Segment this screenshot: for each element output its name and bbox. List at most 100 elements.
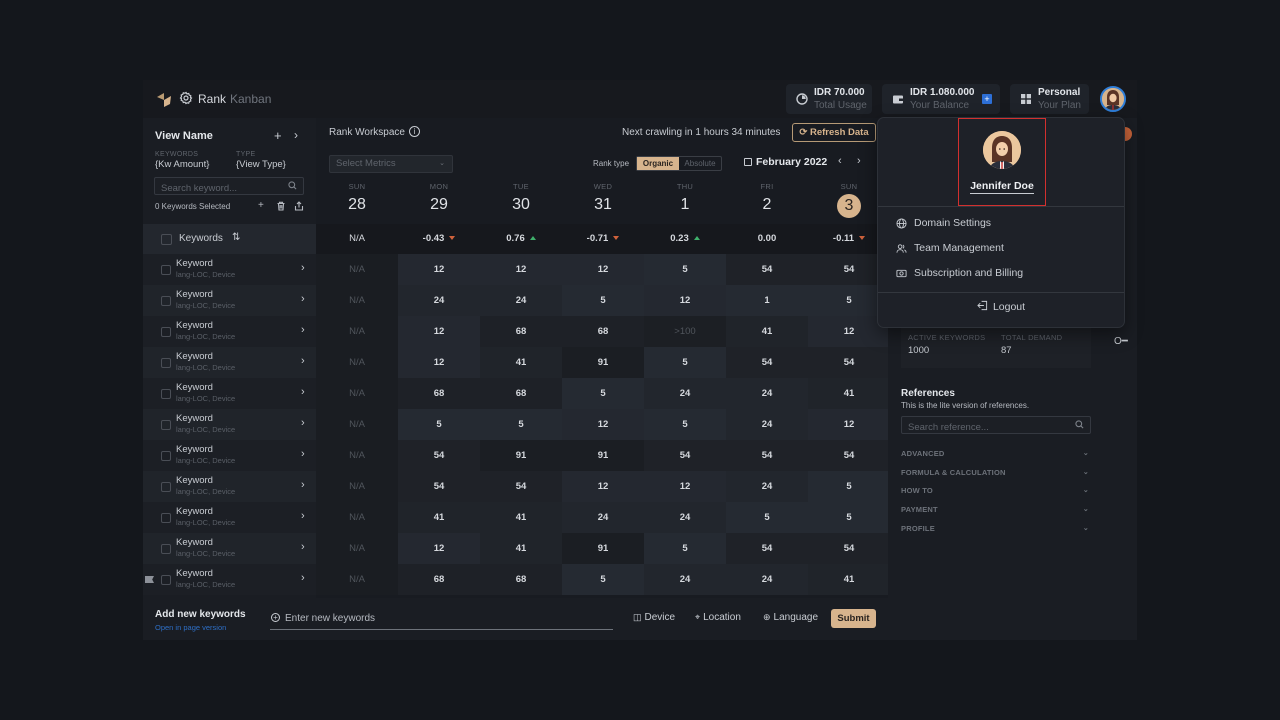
chevron-right-icon[interactable]: › [301, 355, 305, 367]
rank-cell[interactable]: 5 [398, 409, 480, 440]
rank-cell[interactable]: 5 [644, 347, 726, 378]
export-icon[interactable] [294, 201, 304, 211]
rank-cell[interactable]: 24 [480, 285, 562, 316]
open-page-version-link[interactable]: Open in page version [155, 623, 226, 632]
rank-cell[interactable]: 54 [726, 533, 808, 564]
rank-cell[interactable]: 68 [562, 316, 644, 347]
keyword-row[interactable]: Keyword lang-LOC, Device › [143, 409, 316, 440]
chevron-right-icon[interactable]: › [301, 510, 305, 522]
rank-cell[interactable]: 12 [644, 471, 726, 502]
day-date[interactable]: 2 [726, 194, 808, 216]
keyword-checkbox[interactable] [161, 265, 171, 275]
keyword-checkbox[interactable] [161, 513, 171, 523]
rank-cell[interactable]: 5 [644, 533, 726, 564]
rank-cell[interactable]: 24 [644, 564, 726, 595]
rank-cell[interactable]: 12 [562, 471, 644, 502]
rank-cell[interactable]: 54 [644, 440, 726, 471]
location-option[interactable]: ⌖ Location [695, 612, 741, 623]
rank-cell[interactable]: 24 [644, 502, 726, 533]
rank-cell[interactable]: 5 [808, 502, 890, 533]
rank-cell[interactable]: 41 [808, 564, 890, 595]
rank-cell[interactable]: 68 [480, 316, 562, 347]
gear-icon[interactable] [179, 91, 193, 105]
chevron-right-icon[interactable]: › [301, 417, 305, 429]
keyword-search-input[interactable] [155, 180, 285, 197]
next-week-button[interactable]: › [857, 155, 861, 167]
chevron-right-icon[interactable]: › [301, 448, 305, 460]
rank-cell[interactable]: 1 [726, 285, 808, 316]
chevron-right-icon[interactable]: › [301, 479, 305, 491]
submit-button[interactable]: Submit [831, 609, 876, 628]
keyword-row[interactable]: Keyword lang-LOC, Device › [143, 440, 316, 471]
rank-cell[interactable]: 54 [726, 440, 808, 471]
rank-cell[interactable]: 24 [562, 502, 644, 533]
keyword-row[interactable]: Keyword lang-LOC, Device › [143, 502, 316, 533]
trash-icon[interactable] [276, 201, 286, 211]
rank-cell[interactable]: N/A [316, 409, 398, 440]
rank-cell[interactable]: 68 [398, 564, 480, 595]
rank-cell[interactable]: 54 [480, 471, 562, 502]
keyword-checkbox[interactable] [161, 420, 171, 430]
rank-cell[interactable]: N/A [316, 285, 398, 316]
chevron-right-icon[interactable]: › [301, 293, 305, 305]
rank-cell[interactable]: 5 [562, 378, 644, 409]
rank-type-organic[interactable]: Organic [637, 157, 679, 170]
rank-cell[interactable]: 5 [480, 409, 562, 440]
rank-cell[interactable]: 12 [808, 409, 890, 440]
chevron-right-icon[interactable]: › [301, 324, 305, 336]
keyword-checkbox[interactable] [161, 451, 171, 461]
add-keyword-icon[interactable]: + [258, 200, 268, 211]
rank-cell[interactable]: 54 [398, 440, 480, 471]
keyword-row[interactable]: Keyword lang-LOC, Device › [143, 254, 316, 285]
reference-section[interactable]: PROFILE ⌄ [901, 524, 1091, 538]
rank-cell[interactable]: 24 [398, 285, 480, 316]
rank-cell[interactable]: 24 [726, 409, 808, 440]
keyword-row[interactable]: Keyword lang-LOC, Device › [143, 533, 316, 564]
reference-section[interactable]: PAYMENT ⌄ [901, 505, 1091, 519]
menu-subscription-billing[interactable]: Subscription and Billing [896, 263, 1106, 283]
rank-cell[interactable]: 12 [398, 254, 480, 285]
keyword-checkbox[interactable] [161, 358, 171, 368]
rank-cell[interactable]: N/A [316, 471, 398, 502]
keyword-row[interactable]: Keyword lang-LOC, Device › [143, 285, 316, 316]
language-option[interactable]: ⊕ Language [763, 612, 818, 623]
rank-cell[interactable]: 41 [480, 502, 562, 533]
add-view-button[interactable]: + [274, 128, 282, 143]
keyword-row[interactable]: Keyword lang-LOC, Device › [143, 316, 316, 347]
keyword-checkbox[interactable] [161, 575, 171, 585]
day-date[interactable]: 31 [562, 194, 644, 216]
keyword-row[interactable]: Keyword lang-LOC, Device › [143, 378, 316, 409]
rank-cell[interactable]: 54 [398, 471, 480, 502]
reference-search-input[interactable] [902, 419, 1067, 436]
day-date[interactable]: 29 [398, 194, 480, 216]
rank-cell[interactable]: N/A [316, 347, 398, 378]
rank-cell[interactable]: 12 [562, 254, 644, 285]
select-metrics-dropdown[interactable]: Select Metrics ⌄ [329, 155, 453, 173]
month-picker[interactable]: February 2022 [744, 156, 827, 168]
rank-cell[interactable]: 41 [398, 502, 480, 533]
info-icon[interactable]: i [409, 126, 420, 137]
keyword-row[interactable]: Keyword lang-LOC, Device › [143, 347, 316, 378]
rank-cell[interactable]: 24 [726, 564, 808, 595]
total-usage-card[interactable]: IDR 70.000 Total Usage [786, 84, 872, 114]
add-balance-button[interactable]: + [982, 94, 992, 104]
user-avatar-button[interactable] [1100, 86, 1126, 112]
rank-cell[interactable]: N/A [316, 254, 398, 285]
rank-cell[interactable]: 5 [644, 254, 726, 285]
chevron-right-icon[interactable]: › [301, 541, 305, 553]
rank-cell[interactable]: 41 [808, 378, 890, 409]
reference-section[interactable]: HOW TO ⌄ [901, 486, 1091, 500]
rank-cell[interactable]: 24 [726, 378, 808, 409]
balance-card[interactable]: IDR 1.080.000 Your Balance + [882, 84, 1000, 114]
rank-cell[interactable]: 12 [562, 409, 644, 440]
rank-cell[interactable]: 54 [726, 254, 808, 285]
rank-cell[interactable]: 5 [562, 564, 644, 595]
rank-cell[interactable]: 91 [562, 440, 644, 471]
rank-cell[interactable]: 54 [726, 347, 808, 378]
rank-cell[interactable]: 5 [726, 502, 808, 533]
rank-cell[interactable]: N/A [316, 316, 398, 347]
rank-cell[interactable]: 54 [808, 533, 890, 564]
rank-cell[interactable]: 12 [398, 347, 480, 378]
reference-section[interactable]: FORMULA & CALCULATION ⌄ [901, 468, 1091, 482]
chevron-right-icon[interactable]: › [301, 572, 305, 584]
